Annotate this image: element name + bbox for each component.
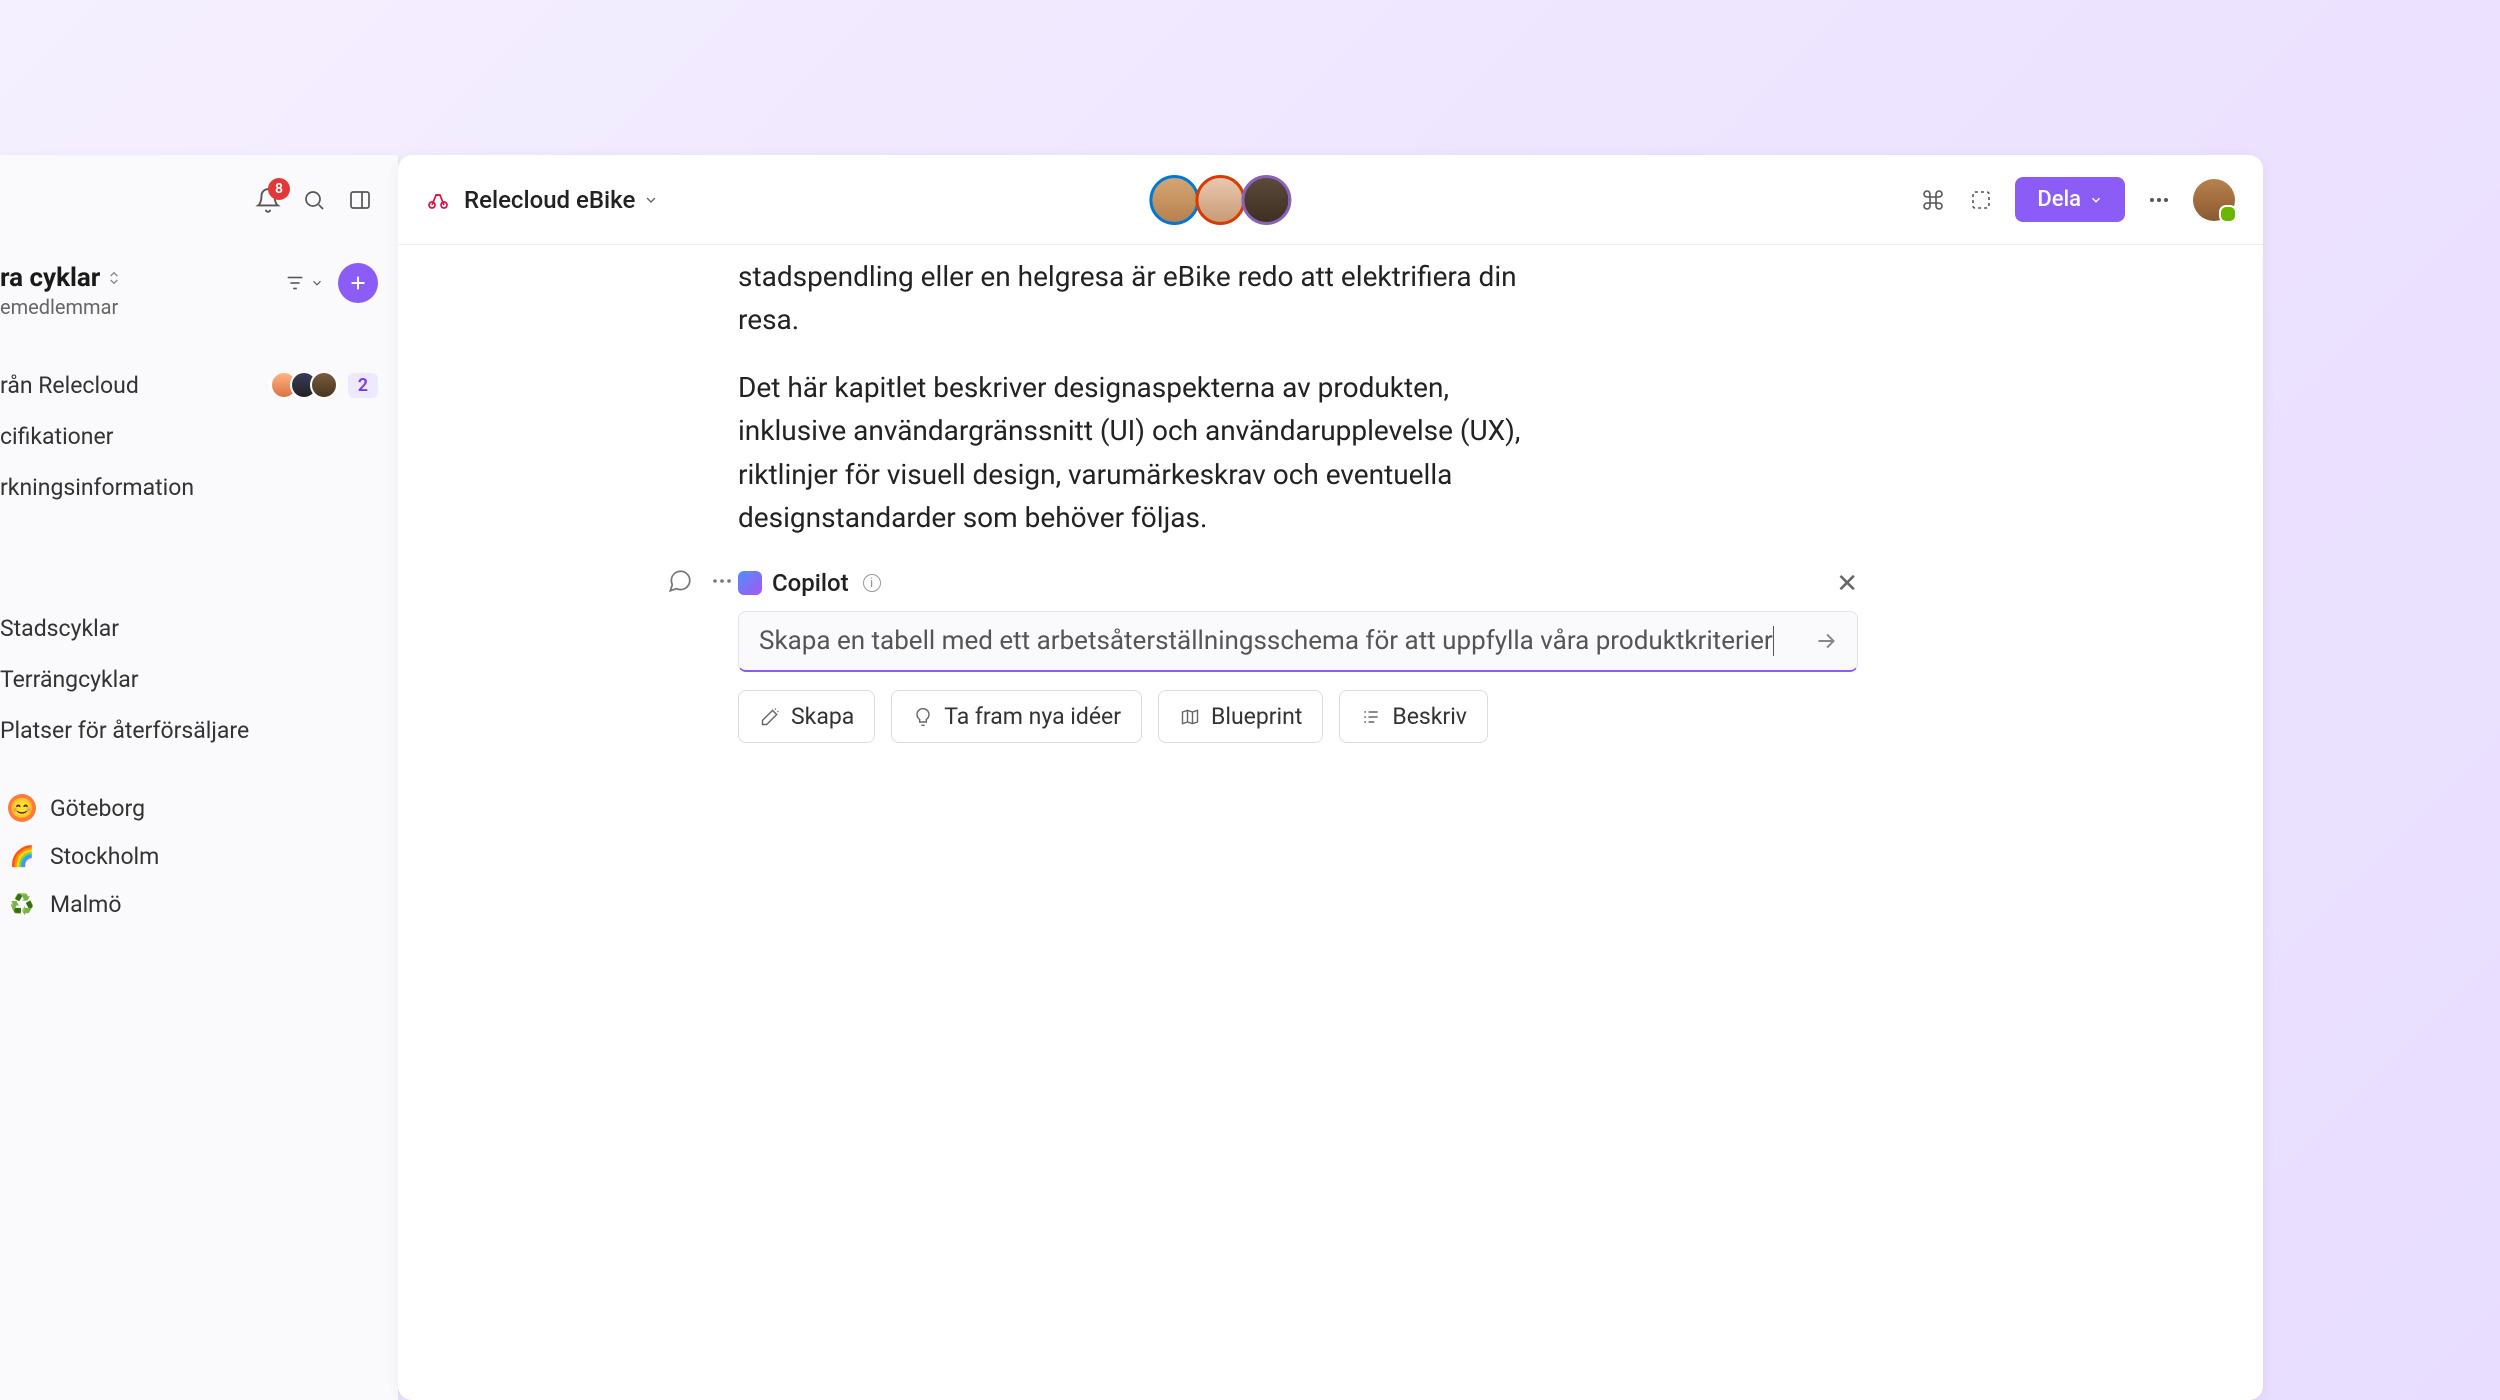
list-icon [1360,706,1382,728]
body-paragraph: Det här kapitlet beskriver designaspekte… [468,366,1548,540]
city-label: Malmö [50,891,121,918]
search-icon [302,188,326,212]
more-menu-button[interactable] [2145,186,2173,214]
comment-button[interactable] [666,567,694,595]
workspace-subtitle: emedlemmar [0,295,284,319]
send-button[interactable] [1813,628,1839,654]
filter-lines-icon [284,272,306,294]
chat-icon [667,568,693,594]
city-emoji-icon: 🌈 [8,842,36,870]
sidebar-cities: 😊 Göteborg 🌈 Stockholm ♻️ Malmö [0,756,398,928]
sidebar-header: ra cyklar emedlemmar [0,245,398,329]
chevron-down-icon [2089,193,2103,207]
sidebar-item-label: rån Relecloud [0,372,139,399]
city-emoji-icon: ♻️ [8,890,36,918]
chip-label: Beskriv [1392,703,1467,730]
chip-create[interactable]: Skapa [738,690,875,743]
copilot-suggestions: Skapa Ta fram nya idéer Blueprint Beskri… [738,690,1858,743]
copilot-card: Copilot i ✕ Skapa en tabell med ett arbe… [738,563,1858,743]
copilot-input[interactable]: Skapa en tabell med ett arbetsåterställn… [738,611,1858,672]
wand-icon [759,706,781,728]
copilot-logo-icon [738,571,762,595]
plus-icon [347,272,369,294]
sidebar-item-label: Terrängcyklar [0,666,139,693]
chip-label: Skapa [791,703,854,730]
sidebar-item-relecloud[interactable]: rån Relecloud 2 [0,359,398,411]
sidebar-top-icons: 8 [0,155,398,245]
map-icon [1179,706,1201,728]
sidebar-item-manufacturing[interactable]: rkningsinformation [0,462,398,513]
sidebar-categories: Stadscyklar Terrängcyklar Platser för åt… [0,513,398,756]
more-horizontal-icon [2147,188,2171,212]
sidebar-item-label: Platser för återförsäljare [0,717,249,744]
arrow-right-icon [1813,628,1839,654]
bike-icon [426,188,450,212]
chevron-down-icon [643,192,659,208]
main-panel: Relecloud eBike Dela [398,155,2263,1400]
sidebar-item-label: rkningsinformation [0,474,194,501]
sidebar-city-malmo[interactable]: ♻️ Malmö [0,880,398,928]
keyboard-shortcut-button[interactable] [1919,186,1947,214]
body-paragraph: stadspendling eller en helgresa är eBike… [468,255,1548,342]
expand-icon [106,270,122,286]
city-label: Göteborg [50,795,145,822]
notifications-button[interactable]: 8 [254,186,282,214]
lightbulb-icon [912,706,934,728]
share-button[interactable]: Dela [2015,177,2125,222]
more-horizontal-icon [710,569,734,593]
select-button[interactable] [1967,186,1995,214]
search-button[interactable] [300,186,328,214]
add-button[interactable] [338,263,378,303]
document-title-button[interactable]: Relecloud eBike [464,186,659,214]
panel-icon [348,188,372,212]
sidebar-item-label: Stadscyklar [0,615,119,642]
city-emoji-icon: 😊 [8,794,36,822]
item-count-badge: 2 [348,373,378,398]
sidebar-nav: rån Relecloud 2 cifikationer rkningsinfo… [0,329,398,513]
info-icon[interactable]: i [863,574,881,592]
sidebar-item-resellers[interactable]: Platser för återförsäljare [0,705,398,756]
close-button[interactable]: ✕ [1836,569,1858,599]
chip-ideas[interactable]: Ta fram nya idéer [891,690,1142,743]
more-button[interactable] [708,567,736,595]
copilot-input-text: Skapa en tabell med ett arbetsåterställn… [759,626,1773,656]
sidebar-item-terrainbikes[interactable]: Terrängcyklar [0,654,398,705]
chip-label: Ta fram nya idéer [944,703,1121,730]
sidebar-city-goteborg[interactable]: 😊 Göteborg [0,784,398,832]
presence-avatar[interactable] [1149,175,1199,225]
mini-avatars [278,371,338,399]
sidebar-item-label: cifikationer [0,423,113,450]
sidebar-city-stockholm[interactable]: 🌈 Stockholm [0,832,398,880]
workspace-title[interactable]: ra cyklar [0,263,122,293]
presence-avatar[interactable] [1195,175,1245,225]
notification-badge: 8 [268,178,290,200]
main-toolbar: Relecloud eBike Dela [398,155,2263,245]
panel-toggle-button[interactable] [346,186,374,214]
presence-avatars[interactable] [1153,175,1291,225]
document-body: stadspendling eller en helgresa är eBike… [398,245,2263,743]
chip-blueprint[interactable]: Blueprint [1158,690,1323,743]
city-label: Stockholm [50,843,159,870]
copilot-label: Copilot [772,569,849,597]
sidebar: 8 ra cyklar emedlemmar [0,155,398,1400]
chip-describe[interactable]: Beskriv [1339,690,1488,743]
sidebar-item-citybikes[interactable]: Stadscyklar [0,603,398,654]
command-icon [1921,188,1945,212]
presence-avatar[interactable] [1241,175,1291,225]
chip-label: Blueprint [1211,703,1302,730]
selection-icon [1969,188,1993,212]
chevron-down-icon [310,276,324,290]
sidebar-item-specs[interactable]: cifikationer [0,411,398,462]
user-avatar[interactable] [2193,179,2235,221]
filter-button[interactable] [284,272,324,294]
